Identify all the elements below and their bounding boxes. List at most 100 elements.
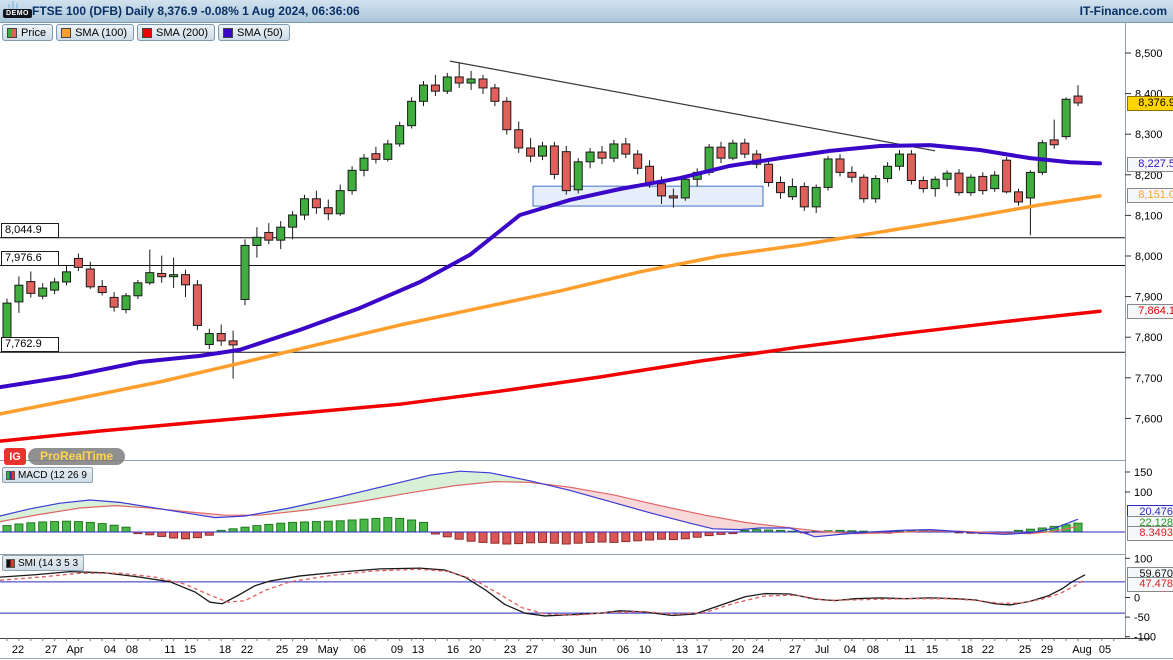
- chart-plot-area[interactable]: [0, 23, 1125, 460]
- candle-down: [455, 77, 463, 83]
- candle-down: [431, 85, 439, 91]
- macd-hist-bar-up: [122, 527, 130, 532]
- time-tick-label: 27: [789, 644, 801, 656]
- macd-hist-bar-up: [336, 521, 344, 532]
- macd-hist-bar-down: [634, 532, 642, 541]
- time-tick-label: 22: [12, 644, 24, 656]
- time-tick-label: 13: [412, 644, 424, 656]
- legend-button-sma-200[interactable]: SMA (200): [137, 24, 215, 41]
- macd-hist-bar-down: [182, 532, 190, 539]
- macd-panel[interactable]: [0, 471, 1125, 544]
- macd-hist-bar-down: [491, 532, 499, 543]
- candle-up: [63, 272, 71, 282]
- legend-button-sma-50[interactable]: SMA (50): [218, 24, 290, 41]
- time-tick-label: 06: [617, 644, 629, 656]
- time-tick-label: 09: [391, 644, 403, 656]
- macd-hist-bar-up: [312, 522, 320, 532]
- candle-up: [336, 191, 344, 214]
- smi-signal-line: [0, 569, 1085, 615]
- price-tick-label: 8,100: [1135, 210, 1163, 222]
- candle-down: [229, 341, 237, 345]
- candle-up: [348, 170, 356, 190]
- time-tick-label: Jul: [815, 644, 829, 656]
- candle-up: [539, 146, 547, 156]
- macd-hist-bar-down: [646, 532, 654, 540]
- candle-up: [146, 273, 154, 283]
- tab-smi-indicator[interactable]: SMI (14 3 5 3: [2, 555, 84, 571]
- macd-fill: [544, 484, 856, 537]
- candle-down: [741, 143, 749, 154]
- candle-up: [1062, 99, 1070, 136]
- macd-hist-bar-down: [622, 532, 630, 542]
- tab-macd-indicator[interactable]: MACD (12 26 9: [2, 467, 93, 483]
- candle-down: [158, 273, 166, 276]
- macd-value-box: 8.3493: [1127, 526, 1173, 541]
- candle-down: [979, 176, 987, 190]
- candle-up: [788, 187, 796, 197]
- candle-down: [1003, 160, 1011, 192]
- candle-down: [622, 144, 630, 154]
- macd-hist-bar-up: [420, 522, 428, 532]
- candle-up: [443, 77, 451, 91]
- macd-hist-bar-up: [98, 524, 106, 532]
- macd-hist-bar-up: [1074, 523, 1082, 532]
- price-value-box-sma50: 8,227.5: [1127, 157, 1173, 172]
- macd-hist-bar-up: [396, 518, 404, 532]
- macd-hist-bar-down: [610, 532, 618, 542]
- time-tick-label: 22: [982, 644, 994, 656]
- time-tick-label: 20: [469, 644, 481, 656]
- legend-bar: Price SMA (100) SMA (200)SMA (50): [2, 24, 290, 41]
- candle-down: [182, 275, 190, 285]
- macd-hist-bar-down: [455, 532, 463, 539]
- candle-up: [931, 179, 939, 188]
- time-tick-label: 15: [926, 644, 938, 656]
- candle-down: [503, 101, 511, 129]
- price-swatch-icon: [7, 28, 17, 38]
- candle-up: [467, 79, 475, 83]
- macd-hist-bar-up: [27, 523, 35, 532]
- candle-up: [134, 283, 142, 296]
- macd-hist-bar-down: [658, 532, 666, 539]
- candle-down: [717, 147, 725, 158]
- macd-hist-bar-up: [241, 527, 249, 532]
- macd-hist-bar-down: [598, 532, 606, 542]
- candle-up: [812, 187, 820, 206]
- macd-hist-bar-down: [539, 532, 547, 542]
- legend-button-price[interactable]: Price: [2, 24, 53, 41]
- smi-tick-label: -50: [1134, 612, 1150, 624]
- candle-up: [586, 152, 594, 162]
- macd-hist-bar-down: [550, 532, 558, 543]
- smi-tick-label: 0: [1134, 593, 1140, 605]
- price-value-box-sma100: 8,151.0: [1127, 188, 1173, 203]
- time-axis[interactable]: 2227Apr0408111518222529May06091316202327…: [7, 638, 1114, 656]
- candle-down: [860, 177, 868, 199]
- candle-down: [1015, 192, 1023, 202]
- macd-hist-bar-down: [574, 532, 582, 543]
- price-axis[interactable]: 8,5008,4008,3008,2008,1008,0007,9007,800…: [1125, 48, 1163, 644]
- candle-down: [765, 164, 773, 182]
- macd-hist-bar-down: [193, 532, 201, 538]
- legend-button-sma-100[interactable]: SMA (100): [56, 24, 134, 41]
- candle-down: [312, 199, 320, 208]
- chart-canvas[interactable]: 8,5008,4008,3008,2008,1008,0007,9007,800…: [0, 0, 1173, 660]
- legend-label: SMA (100): [75, 27, 127, 39]
- macd-hist-bar-up: [74, 522, 82, 532]
- sma-swatch-icon: [142, 28, 152, 38]
- time-tick-label: 24: [752, 644, 764, 656]
- time-tick-label: 18: [219, 644, 231, 656]
- time-tick-label: 17: [696, 644, 708, 656]
- price-value-box-sma200: 7,864.1: [1127, 304, 1173, 319]
- macd-hist-bar-down: [693, 532, 701, 537]
- candle-up: [39, 288, 47, 296]
- time-tick-label: 15: [184, 644, 196, 656]
- price-tick-label: 8,500: [1135, 48, 1163, 60]
- candle-up: [396, 126, 404, 144]
- macd-hist-bar-up: [324, 521, 332, 532]
- prorealtime-badge: ProRealTime: [28, 448, 125, 465]
- time-tick-label: 13: [676, 644, 688, 656]
- time-tick-label: 08: [126, 644, 138, 656]
- macd-tick-label: 100: [1134, 487, 1152, 499]
- macd-tab-label: MACD (12 26 9: [18, 470, 87, 481]
- candle-up: [51, 282, 59, 290]
- smi-panel[interactable]: [0, 568, 1125, 616]
